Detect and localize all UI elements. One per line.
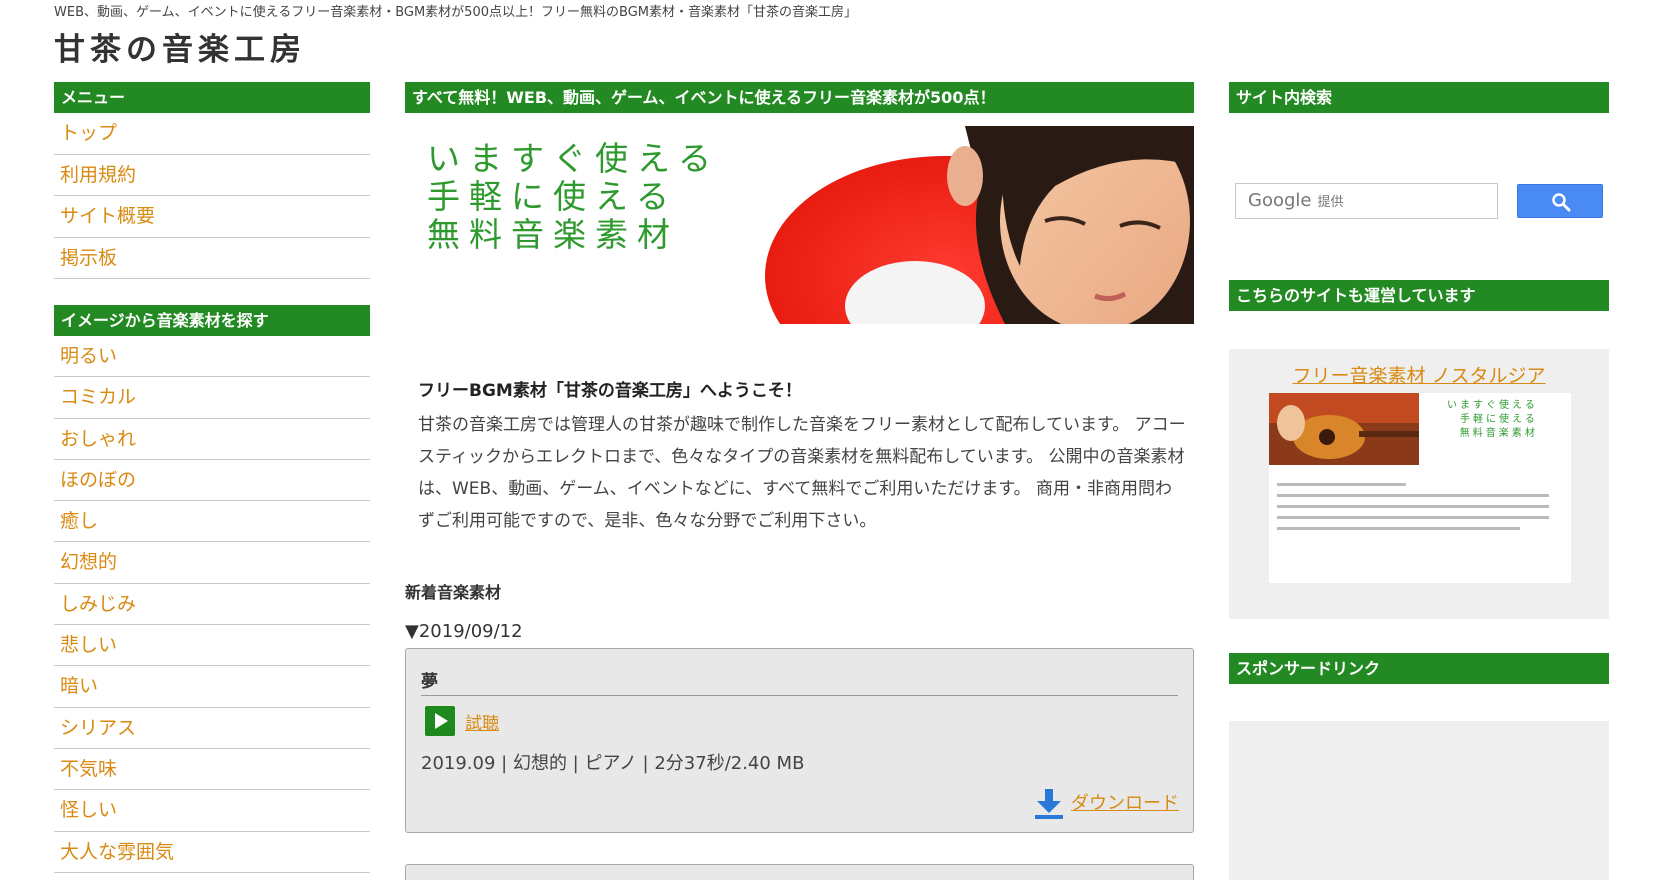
image-search-heading: イメージから音楽素材を探す [54, 305, 370, 336]
other-site-link[interactable]: フリー音楽素材 ノスタルジア [1229, 361, 1609, 388]
image-category-list: 明るい コミカル おしゃれ ほのぼの 癒し 幻想的 しみじみ 悲しい 暗い シリ… [54, 336, 370, 873]
menu-item-about[interactable]: サイト概要 [54, 196, 370, 238]
release-date: ▼2019/09/12 [405, 621, 523, 642]
track-title: 夢 [421, 672, 438, 692]
menu-item-terms[interactable]: 利用規約 [54, 155, 370, 196]
hero-line: いますぐ使える [427, 139, 721, 178]
banner-heading: すべて無料！WEB、動画、ゲーム、イベントに使えるフリー音楽素材が500点！ [405, 82, 1194, 113]
promo-copy: いますぐ使える 手軽に使える 無料音楽素材 [1447, 399, 1538, 441]
download-link[interactable]: ダウンロード [1071, 789, 1179, 815]
site-search: Google 提供 [1235, 183, 1603, 219]
search-input[interactable]: Google 提供 [1235, 183, 1498, 219]
hero-copy: いますぐ使える 手軽に使える 無料音楽素材 [427, 140, 720, 254]
other-site-thumbnail[interactable]: いますぐ使える 手軽に使える 無料音楽素材 [1269, 393, 1571, 583]
category-item[interactable]: 明るい [54, 336, 370, 378]
site-title[interactable]: 甘茶の音楽工房 [54, 24, 306, 69]
promo-text-preview [1277, 483, 1563, 538]
category-item[interactable]: 幻想的 [54, 542, 370, 584]
category-item[interactable]: 暗い [54, 666, 370, 708]
promo-line: 手軽に使える [1460, 414, 1538, 425]
category-item[interactable]: 不気味 [54, 749, 370, 791]
category-item[interactable]: ほのぼの [54, 460, 370, 502]
category-item[interactable]: 大人な雰囲気 [54, 832, 370, 873]
search-button[interactable] [1517, 184, 1603, 218]
sponsor-heading: スポンサードリンク [1229, 653, 1609, 684]
welcome-body: 甘茶の音楽工房では管理人の甘茶が趣味で制作した音楽をフリー素材として配布していま… [418, 415, 1186, 531]
site-search-heading: サイト内検索 [1229, 82, 1609, 113]
guitar-photo [1269, 393, 1419, 465]
promo-line: いますぐ使える [1447, 400, 1538, 411]
category-item[interactable]: しみじみ [54, 584, 370, 626]
hero-banner: いますぐ使える 手軽に使える 無料音楽素材 [405, 126, 1194, 324]
sponsor-heading-wrap: スポンサードリンク [1229, 653, 1609, 684]
menu-list: トップ 利用規約 サイト概要 掲示板 [54, 113, 370, 279]
sponsor-ad-area [1229, 721, 1609, 880]
category-item[interactable]: 悲しい [54, 625, 370, 667]
promo-line: 無料音楽素材 [1459, 428, 1538, 439]
hero-line: 手軽に使える [427, 177, 679, 216]
play-icon[interactable] [425, 706, 455, 736]
category-item[interactable]: コミカル [54, 377, 370, 419]
welcome-title: フリーBGM素材「甘茶の音楽工房」へようこそ！ [418, 381, 802, 401]
menu-heading: メニュー [54, 82, 370, 113]
menu-item-board[interactable]: 掲示板 [54, 238, 370, 279]
other-sites-heading: こちらのサイトも運営しています [1229, 280, 1609, 311]
search-heading-wrap: サイト内検索 [1229, 82, 1609, 113]
menu-item-top[interactable]: トップ [54, 113, 370, 155]
category-item[interactable]: シリアス [54, 708, 370, 749]
search-icon [1552, 193, 1571, 212]
download-icon[interactable] [1033, 787, 1065, 819]
google-brand: Google [1248, 190, 1312, 211]
other-sites-heading-wrap: こちらのサイトも運営しています [1229, 280, 1609, 311]
track-meta: 2019.09 | 幻想的 | ピアノ | 2分37秒/2.40 MB [421, 753, 805, 774]
track-card [405, 864, 1194, 880]
new-tracks-heading: 新着音楽素材 [405, 583, 502, 602]
sidebar-left: メニュー トップ 利用規約 サイト概要 掲示板 [54, 82, 370, 279]
other-site-promo: フリー音楽素材 ノスタルジア いますぐ使える 手軽に使える 無料音楽素材 [1229, 349, 1609, 619]
trial-listen-link[interactable]: 試聴 [465, 709, 499, 734]
card-divider [421, 695, 1178, 696]
category-item[interactable]: おしゃれ [54, 419, 370, 460]
site-tagline: WEB、動画、ゲーム、イベントに使えるフリー音楽素材・BGM素材が500点以上！… [54, 5, 857, 20]
main-content: すべて無料！WEB、動画、ゲーム、イベントに使えるフリー音楽素材が500点！ い… [405, 82, 1194, 880]
track-card: 夢 試聴 2019.09 | 幻想的 | ピアノ | 2分37秒/2.40 MB… [405, 648, 1194, 833]
provided-label: 提供 [1317, 195, 1344, 210]
sidebar-left-images: イメージから音楽素材を探す 明るい コミカル おしゃれ ほのぼの 癒し 幻想的 … [54, 305, 370, 873]
category-item[interactable]: 怪しい [54, 790, 370, 832]
category-item[interactable]: 癒し [54, 501, 370, 543]
hero-line: 無料音楽素材 [427, 215, 679, 254]
